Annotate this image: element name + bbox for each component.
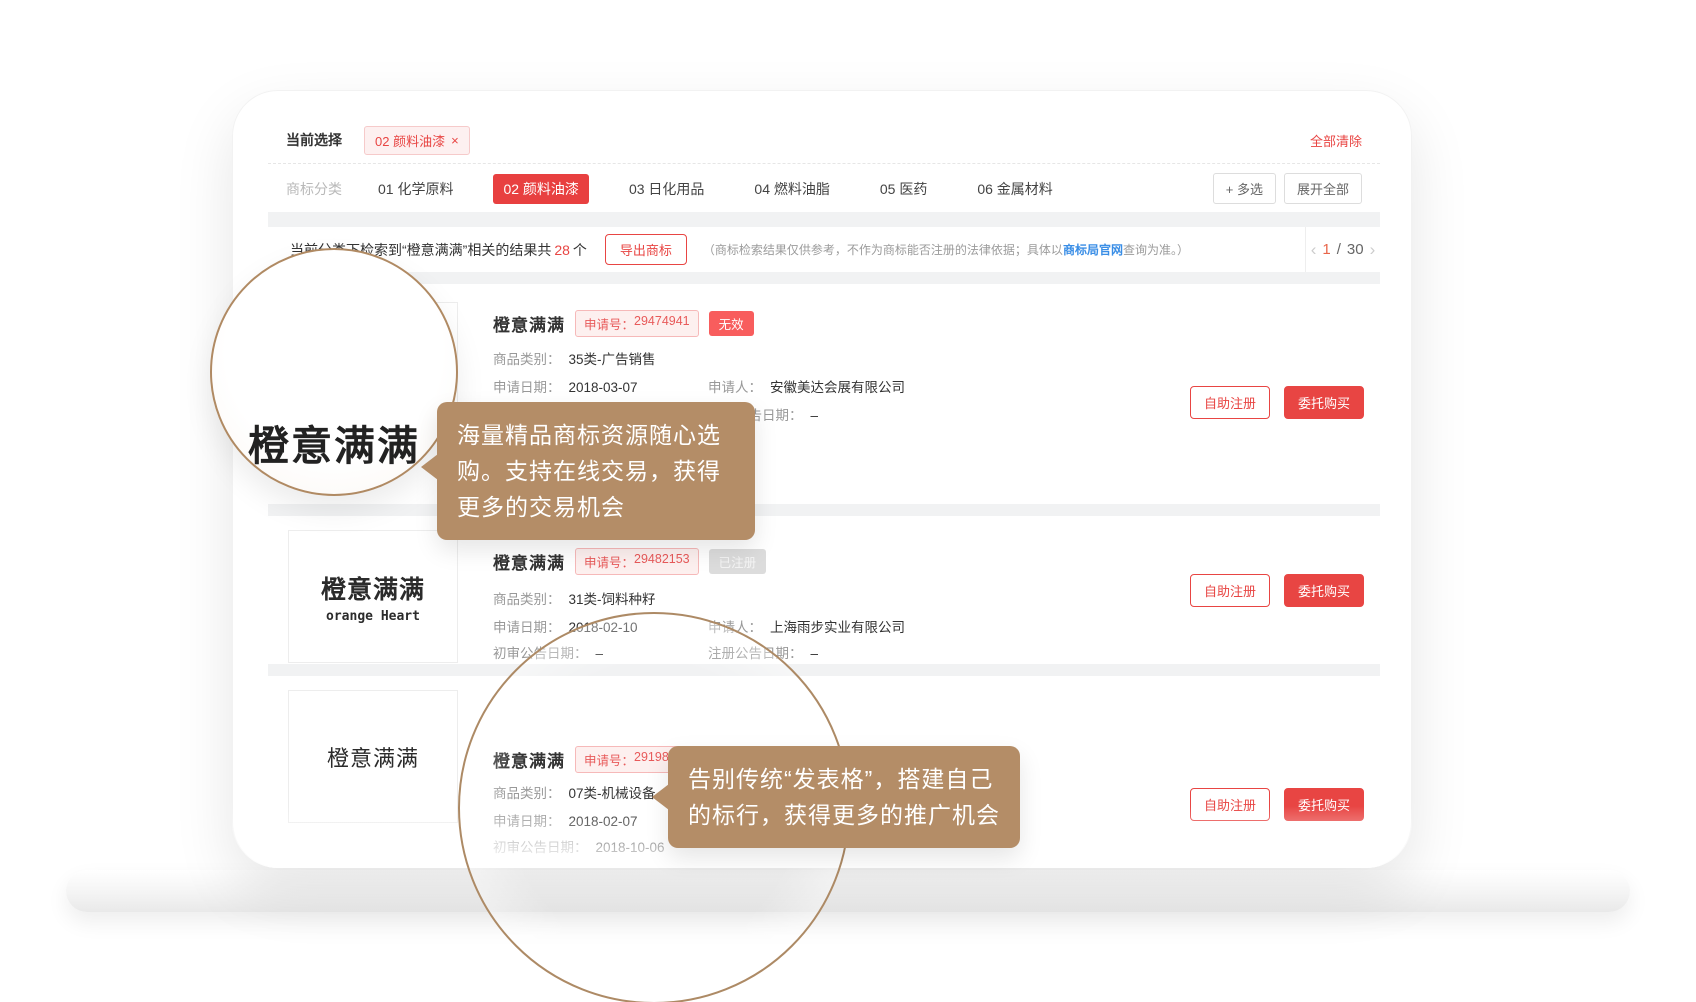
current-selection-label: 当前选择 bbox=[286, 130, 342, 150]
field-value: 2018-02-07 bbox=[569, 814, 638, 829]
tooltip-arrow-icon bbox=[652, 784, 669, 810]
application-number-label: 申请号： bbox=[584, 314, 634, 333]
thumbnail-text: 橙意满满 bbox=[327, 741, 419, 773]
page: 当前选择 02 颜料油漆 × 全部清除 商标分类 01 化学原料 02 颜料油漆… bbox=[0, 0, 1696, 1002]
field-value: – bbox=[811, 408, 819, 423]
trademark-name[interactable]: 橙意满满 bbox=[493, 311, 565, 336]
field-value: 2018-10-06 bbox=[596, 840, 665, 855]
page-separator: / bbox=[1337, 241, 1341, 258]
entrust-buy-button[interactable]: 委托购买 bbox=[1284, 386, 1364, 419]
trademark-thumbnail[interactable]: 橙意满满 bbox=[288, 690, 458, 823]
magnified-trademark-text: 橙意满满 bbox=[212, 412, 456, 472]
field-label: 申请日期： bbox=[493, 814, 561, 829]
tooltip-text: 告别传统“发表格”，搭建自己的标行，获得更多的推广机会 bbox=[688, 766, 1000, 828]
field-value: 上海雨步实业有限公司 bbox=[770, 620, 905, 635]
self-register-button[interactable]: 自助注册 bbox=[1190, 788, 1270, 821]
field-label: 申请日期： bbox=[493, 380, 561, 395]
divider bbox=[268, 272, 1380, 284]
disclaimer-prefix: （商标检索结果仅供参考，不作为商标能否注册的法律依据；具体以 bbox=[703, 243, 1063, 257]
category-item-04[interactable]: 04 燃料油脂 bbox=[744, 174, 839, 204]
field-value: 2018-02-10 bbox=[569, 620, 638, 635]
category-item-02-active[interactable]: 02 颜料油漆 bbox=[493, 174, 588, 204]
field-value: 35类-广告销售 bbox=[569, 352, 656, 367]
application-number-tag: 申请号：29482153 bbox=[575, 548, 699, 575]
field-label: 商品类别： bbox=[493, 592, 561, 607]
application-number-label: 申请号： bbox=[584, 750, 634, 769]
field-label: 申请人： bbox=[708, 620, 762, 635]
thumbnail-subtext: orange Heart bbox=[326, 609, 420, 624]
export-trademark-button[interactable]: 导出商标 bbox=[605, 234, 687, 265]
thumbnail-text: 橙意满满 bbox=[321, 570, 425, 606]
total-pages: 30 bbox=[1347, 241, 1364, 258]
field-label: 商品类别： bbox=[493, 352, 561, 367]
filter-card: 当前选择 02 颜料油漆 × 全部清除 商标分类 01 化学原料 02 颜料油漆… bbox=[268, 117, 1380, 212]
divider bbox=[268, 212, 1380, 227]
current-page: 1 bbox=[1322, 241, 1330, 258]
laptop-base bbox=[66, 870, 1630, 912]
tooltip-text: 海量精品商标资源随心选购。支持在线交易，获得更多的交易机会 bbox=[457, 422, 721, 520]
results-summary-unit: 个 bbox=[573, 242, 587, 258]
field-label: 初审公告日期： bbox=[493, 646, 588, 661]
trademark-thumbnail[interactable]: 橙意满满 orange Heart bbox=[288, 530, 458, 663]
application-number-label: 申请号： bbox=[584, 552, 634, 571]
trademark-name[interactable]: 橙意满满 bbox=[493, 549, 565, 574]
application-number: 29474941 bbox=[634, 314, 690, 333]
trademark-row: 橙意满满 orange Heart 橙意满满 申请号：29482153 已注册 … bbox=[268, 516, 1380, 664]
clear-all-button[interactable]: 全部清除 bbox=[1310, 131, 1362, 150]
self-register-button[interactable]: 自助注册 bbox=[1190, 574, 1270, 607]
self-register-button[interactable]: 自助注册 bbox=[1190, 386, 1270, 419]
results-count: 28 bbox=[551, 242, 573, 258]
expand-all-button[interactable]: 展开全部 bbox=[1284, 173, 1362, 204]
divider bbox=[268, 504, 1380, 516]
field-value: 安徽美达会展有限公司 bbox=[770, 380, 905, 395]
trademark-name[interactable]: 橙意满满 bbox=[493, 747, 565, 772]
trademark-office-link[interactable]: 商标局官网 bbox=[1063, 243, 1123, 257]
disclaimer-text: （商标检索结果仅供参考，不作为商标能否注册的法律依据；具体以商标局官网查询为准。… bbox=[703, 241, 1183, 258]
field-value: 31类-饲料种籽 bbox=[569, 592, 656, 607]
prev-page-icon[interactable]: ‹ bbox=[1311, 240, 1317, 260]
field-label: 申请人： bbox=[708, 380, 762, 395]
status-badge: 无效 bbox=[709, 311, 754, 336]
field-value: 07类-机械设备 bbox=[569, 786, 656, 801]
feature-tooltip: 海量精品商标资源随心选购。支持在线交易，获得更多的交易机会 bbox=[437, 402, 755, 540]
application-number: 29482153 bbox=[634, 552, 690, 571]
field-value: – bbox=[811, 646, 819, 661]
pagination: ‹ 1 / 30 › bbox=[1305, 227, 1380, 272]
multi-select-button[interactable]: + 多选 bbox=[1213, 173, 1276, 204]
category-item-05[interactable]: 05 医药 bbox=[870, 174, 937, 204]
status-badge: 已注册 bbox=[709, 549, 767, 574]
field-label: 申请日期： bbox=[493, 620, 561, 635]
field-value: 2018-03-07 bbox=[569, 380, 638, 395]
selected-filter-tag[interactable]: 02 颜料油漆 × bbox=[364, 126, 470, 155]
category-item-01[interactable]: 01 化学原料 bbox=[368, 174, 463, 204]
divider bbox=[268, 664, 1380, 676]
field-label: 商品类别： bbox=[493, 786, 561, 801]
category-bar-label: 商标分类 bbox=[286, 179, 342, 199]
entrust-buy-button[interactable]: 委托购买 bbox=[1284, 574, 1364, 607]
remove-tag-icon[interactable]: × bbox=[451, 133, 459, 148]
disclaimer-suffix: 查询为准。） bbox=[1123, 243, 1183, 257]
feature-tooltip: 告别传统“发表格”，搭建自己的标行，获得更多的推广机会 bbox=[668, 746, 1020, 848]
field-value: – bbox=[596, 646, 604, 661]
entrust-buy-button[interactable]: 委托购买 bbox=[1284, 788, 1364, 821]
category-item-03[interactable]: 03 日化用品 bbox=[619, 174, 714, 204]
field-label: 初审公告日期： bbox=[493, 840, 588, 855]
selected-filter-tag-label: 02 颜料油漆 bbox=[375, 131, 445, 150]
next-page-icon[interactable]: › bbox=[1370, 240, 1376, 260]
category-item-06[interactable]: 06 金属材料 bbox=[967, 174, 1062, 204]
application-number-tag: 申请号：29474941 bbox=[575, 310, 699, 337]
results-header: 当前分类下检索到“橙意满满”相关的结果共28个 导出商标 （商标检索结果仅供参考… bbox=[268, 227, 1380, 272]
tooltip-arrow-icon bbox=[421, 454, 438, 480]
field-label: 注册公告日期： bbox=[708, 646, 803, 661]
